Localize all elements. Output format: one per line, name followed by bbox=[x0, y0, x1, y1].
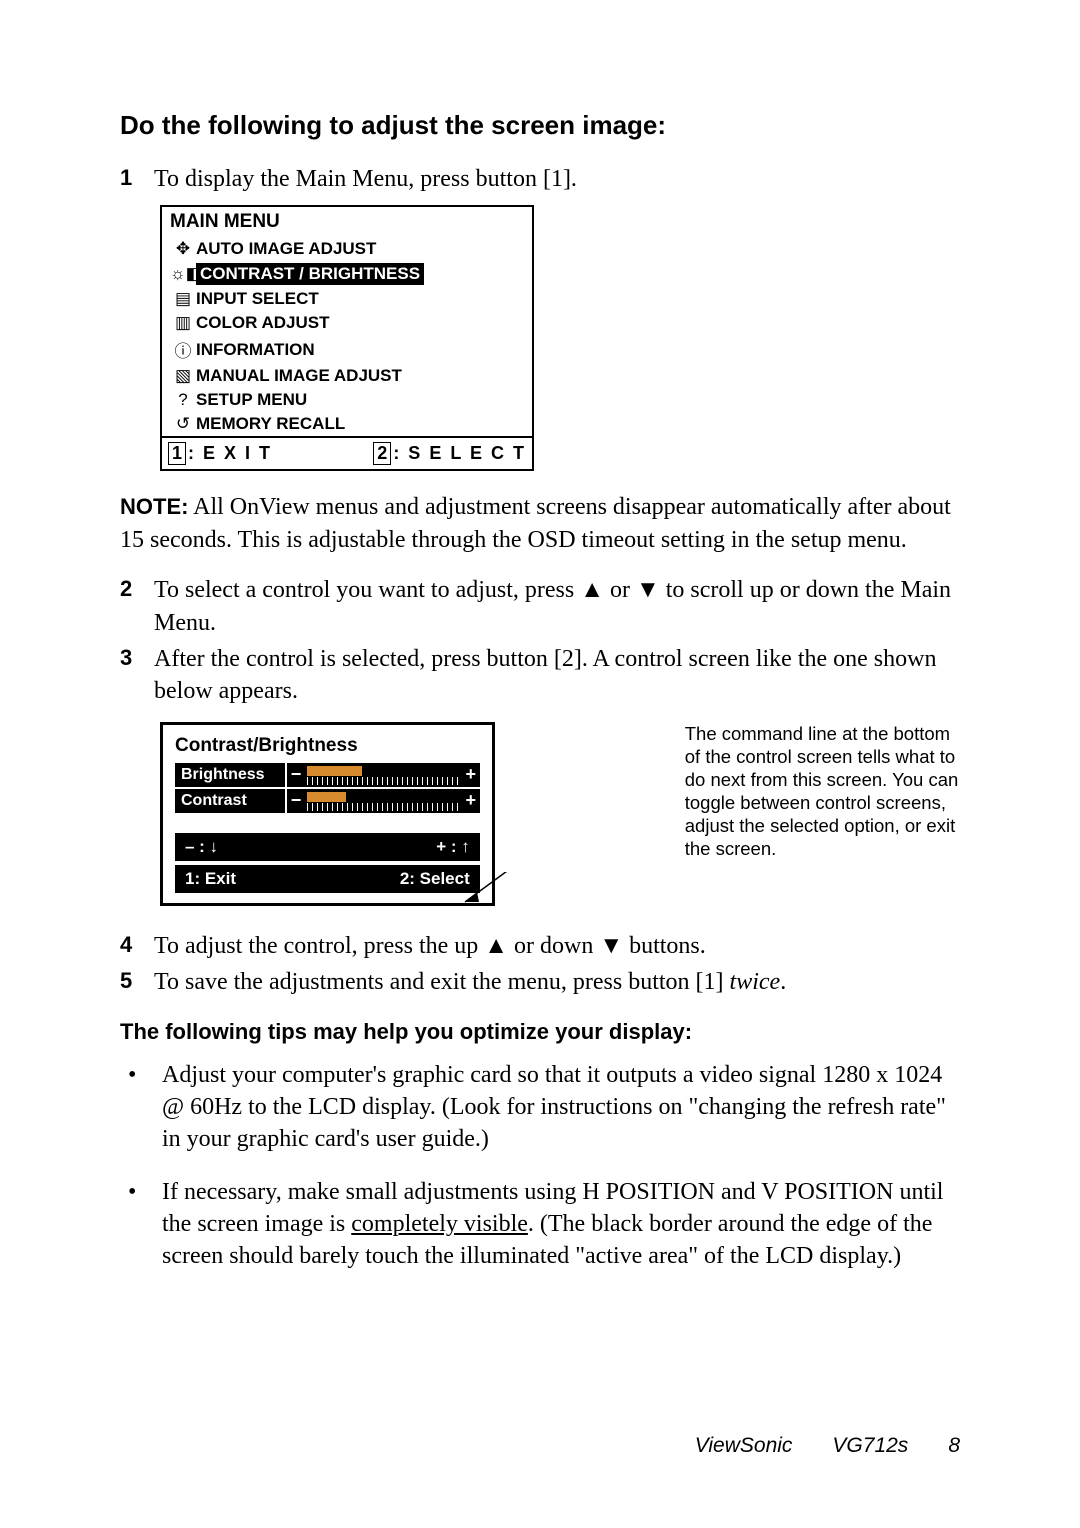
move-icon: ✥ bbox=[170, 239, 196, 259]
exit-hint: 1: Exit bbox=[185, 869, 236, 889]
brightness-label: Brightness bbox=[175, 763, 285, 787]
osd-title: MAIN MENU bbox=[162, 207, 532, 237]
osd-item-label: MANUAL IMAGE ADJUST bbox=[196, 366, 402, 386]
osd-item-label: INPUT SELECT bbox=[196, 289, 319, 309]
osd-item-label: MEMORY RECALL bbox=[196, 414, 345, 434]
tip-item: • If necessary, make small adjustments u… bbox=[120, 1176, 960, 1273]
step-number: 2 bbox=[120, 574, 154, 604]
note-paragraph: NOTE: All OnView menus and adjustment sc… bbox=[120, 491, 960, 556]
tips-heading: The following tips may help you optimize… bbox=[120, 1019, 960, 1045]
recall-icon: ↺ bbox=[170, 414, 196, 434]
input-icon: ▤ bbox=[170, 289, 196, 309]
footer-brand: ViewSonic bbox=[695, 1434, 793, 1458]
step-3: 3 After the control is selected, press b… bbox=[120, 643, 960, 708]
osd-item-label: CONTRAST / BRIGHTNESS bbox=[196, 263, 424, 285]
osd-item-label: COLOR ADJUST bbox=[196, 313, 330, 333]
callout-text: The command line at the bottom of the co… bbox=[685, 722, 960, 861]
plus-icon: + bbox=[462, 789, 480, 813]
step-text: To adjust the control, press the up ▲ or… bbox=[154, 930, 960, 962]
bullet-icon: • bbox=[120, 1176, 162, 1273]
osd-item-label: SETUP MENU bbox=[196, 390, 307, 410]
osd-item-label: INFORMATION bbox=[196, 340, 315, 360]
tip-item: • Adjust your computer's graphic card so… bbox=[120, 1059, 960, 1156]
step-number: 1 bbox=[120, 163, 154, 193]
step-2: 2 To select a control you want to adjust… bbox=[120, 574, 960, 639]
exit-label: : E X I T bbox=[188, 443, 272, 463]
control-title: Contrast/Brightness bbox=[175, 735, 480, 757]
note-text: All OnView menus and adjustment screens … bbox=[120, 494, 951, 552]
brightness-slider: − + bbox=[287, 763, 480, 787]
main-menu-figure: MAIN MENU ✥AUTO IMAGE ADJUST ☼◧CONTRAST … bbox=[160, 205, 960, 471]
page-footer: ViewSonic VG712s 8 bbox=[695, 1434, 960, 1458]
tip-text: Adjust your computer's graphic card so t… bbox=[162, 1059, 960, 1156]
control-screen: Contrast/Brightness Brightness − + Contr… bbox=[160, 722, 495, 906]
key-1-icon: 1 bbox=[168, 442, 186, 465]
footer-model: VG712s bbox=[832, 1434, 908, 1458]
osd-main-menu: MAIN MENU ✥AUTO IMAGE ADJUST ☼◧CONTRAST … bbox=[160, 205, 534, 471]
page-number: 8 bbox=[948, 1434, 960, 1458]
note-label: NOTE: bbox=[120, 494, 188, 519]
step-5: 5 To save the adjustments and exit the m… bbox=[120, 966, 960, 998]
osd-item-label: AUTO IMAGE ADJUST bbox=[196, 239, 376, 259]
color-icon: ▥ bbox=[170, 313, 196, 333]
section-heading: Do the following to adjust the screen im… bbox=[120, 110, 960, 141]
bullet-icon: • bbox=[120, 1059, 162, 1156]
control-footer-arrows: – : ↓ + : ↑ bbox=[175, 833, 480, 861]
brightness-icon: ☼◧ bbox=[170, 264, 196, 284]
step-text: To save the adjustments and exit the men… bbox=[154, 966, 960, 998]
contrast-label: Contrast bbox=[175, 789, 285, 813]
step-4: 4 To adjust the control, press the up ▲ … bbox=[120, 930, 960, 962]
step-text: To display the Main Menu, press button [… bbox=[154, 163, 960, 195]
contrast-row: Contrast − + bbox=[175, 789, 480, 813]
contrast-slider: − + bbox=[287, 789, 480, 813]
step-number: 5 bbox=[120, 966, 154, 996]
minus-icon: − bbox=[287, 763, 305, 787]
step-text: After the control is selected, press but… bbox=[154, 643, 960, 708]
brightness-row: Brightness − + bbox=[175, 763, 480, 787]
select-label: : S E L E C T bbox=[393, 443, 526, 463]
plus-icon: + bbox=[462, 763, 480, 787]
decrease-hint: – : ↓ bbox=[185, 837, 218, 857]
step-number: 4 bbox=[120, 930, 154, 960]
step-text: To select a control you want to adjust, … bbox=[154, 574, 960, 639]
callout-arrow-icon bbox=[455, 872, 685, 912]
osd-footer: 1: E X I T 2: S E L E C T bbox=[162, 436, 532, 469]
manual-icon: ▧ bbox=[170, 366, 196, 386]
setup-icon: ? bbox=[170, 390, 196, 410]
step-1: 1 To display the Main Menu, press button… bbox=[120, 163, 960, 195]
key-2-icon: 2 bbox=[373, 442, 391, 465]
control-screen-figure: Contrast/Brightness Brightness − + Contr… bbox=[160, 722, 960, 912]
info-icon: ⓘ bbox=[170, 337, 196, 362]
tips-list: • Adjust your computer's graphic card so… bbox=[120, 1059, 960, 1273]
document-page: Do the following to adjust the screen im… bbox=[0, 0, 1080, 1528]
minus-icon: − bbox=[287, 789, 305, 813]
step-number: 3 bbox=[120, 643, 154, 673]
tip-text: If necessary, make small adjustments usi… bbox=[162, 1176, 960, 1273]
control-footer-keys: 1: Exit 2: Select bbox=[175, 865, 480, 893]
increase-hint: + : ↑ bbox=[436, 837, 470, 857]
